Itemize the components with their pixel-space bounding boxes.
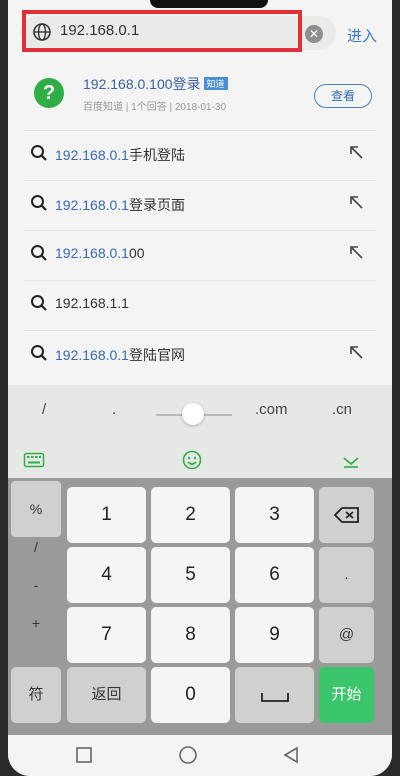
quick-cn-key[interactable]: .cn xyxy=(332,401,352,418)
search-icon xyxy=(31,345,47,361)
start-key[interactable]: 开始 xyxy=(319,667,374,723)
fill-arrow-icon[interactable] xyxy=(348,144,364,160)
key-5[interactable]: 5 xyxy=(151,547,230,603)
card-meta: 百度知道 | 1个回答 | 2018-01-30 xyxy=(83,102,227,113)
suggestion-text: 192.168.0.100 xyxy=(55,245,145,261)
collapse-keyboard-icon[interactable] xyxy=(340,449,362,471)
key-7[interactable]: 7 xyxy=(67,607,146,663)
key-0[interactable]: 0 xyxy=(151,667,230,723)
quick-input-row: / . .com .cn xyxy=(8,385,392,442)
browser-screen: 192.168.0.1 ✕ 进入 ? 192.168.0.100登录 知道 百度知… xyxy=(8,0,392,776)
suggestion-item[interactable]: 192.168.0.100 xyxy=(8,230,392,280)
highlight-box xyxy=(22,10,302,52)
fill-arrow-icon[interactable] xyxy=(348,344,364,360)
search-icon xyxy=(31,195,47,211)
symbol-key[interactable]: 符 xyxy=(11,667,61,723)
key-3[interactable]: 3 xyxy=(235,487,314,543)
key-4[interactable]: 4 xyxy=(67,547,146,603)
suggestion-item[interactable]: 192.168.0.1登录页面 xyxy=(8,180,392,230)
suggestion-item[interactable]: 192.168.0.1登陆官网 xyxy=(8,330,392,380)
space-icon xyxy=(260,693,289,702)
camera-notch xyxy=(150,0,268,8)
quick-com-key[interactable]: .com xyxy=(255,401,288,418)
key-8[interactable]: 8 xyxy=(151,607,230,663)
backspace-key[interactable] xyxy=(319,487,374,543)
dot-key[interactable]: . xyxy=(319,547,374,603)
suggestion-item[interactable]: 192.168.1.1 xyxy=(8,280,392,330)
suggestion-item[interactable]: 192.168.0.1手机登陆 xyxy=(8,130,392,180)
key-1[interactable]: 1 xyxy=(67,487,146,543)
view-button[interactable]: 查看 xyxy=(314,84,372,108)
numeric-keyboard: / . .com .cn % / - + 1 2 3 4 5 6 . 7 8 9… xyxy=(8,385,392,735)
key-9[interactable]: 9 xyxy=(235,607,314,663)
card-title[interactable]: 192.168.0.100登录 知道 xyxy=(83,74,228,94)
key-6[interactable]: 6 xyxy=(235,547,314,603)
suggestion-text: 192.168.0.1登录页面 xyxy=(55,197,185,213)
keyboard-toolbar xyxy=(8,442,392,478)
keyboard-icon[interactable] xyxy=(23,449,45,471)
search-icon xyxy=(31,245,47,261)
zhidao-badge: 知道 xyxy=(203,77,228,90)
search-icon xyxy=(31,295,47,311)
card-title-highlight: 192.168.0.1 xyxy=(83,76,157,92)
home-icon[interactable] xyxy=(178,745,198,765)
suggestion-text: 192.168.1.1 xyxy=(55,295,129,311)
card-title-rest: 00登录 xyxy=(156,76,201,92)
quick-slash-key[interactable]: / xyxy=(42,401,46,418)
backspace-icon xyxy=(333,507,359,523)
back-key[interactable]: 返回 xyxy=(67,667,146,723)
question-icon: ? xyxy=(34,78,64,108)
space-key[interactable] xyxy=(235,667,314,723)
suggestion-text: 192.168.0.1手机登陆 xyxy=(55,147,185,163)
cursor-slider-handle[interactable] xyxy=(182,403,204,425)
emoji-icon[interactable] xyxy=(181,449,203,471)
key-2[interactable]: 2 xyxy=(151,487,230,543)
back-icon[interactable] xyxy=(281,745,301,765)
quick-dot-key[interactable]: . xyxy=(112,401,116,418)
clear-icon[interactable]: ✕ xyxy=(305,25,323,43)
at-key[interactable]: @ xyxy=(319,607,374,663)
navigation-bar xyxy=(8,735,392,776)
fill-arrow-icon[interactable] xyxy=(348,194,364,210)
search-icon xyxy=(31,145,47,161)
enter-button[interactable]: 进入 xyxy=(347,25,377,46)
knowledge-card[interactable]: ? 192.168.0.100登录 知道 百度知道 | 1个回答 | 2018-0… xyxy=(8,58,392,130)
recent-apps-icon[interactable] xyxy=(74,745,94,765)
fill-arrow-icon[interactable] xyxy=(348,244,364,260)
suggestion-text: 192.168.0.1登陆官网 xyxy=(55,347,185,363)
symbol-key-plus[interactable]: + xyxy=(11,595,61,651)
